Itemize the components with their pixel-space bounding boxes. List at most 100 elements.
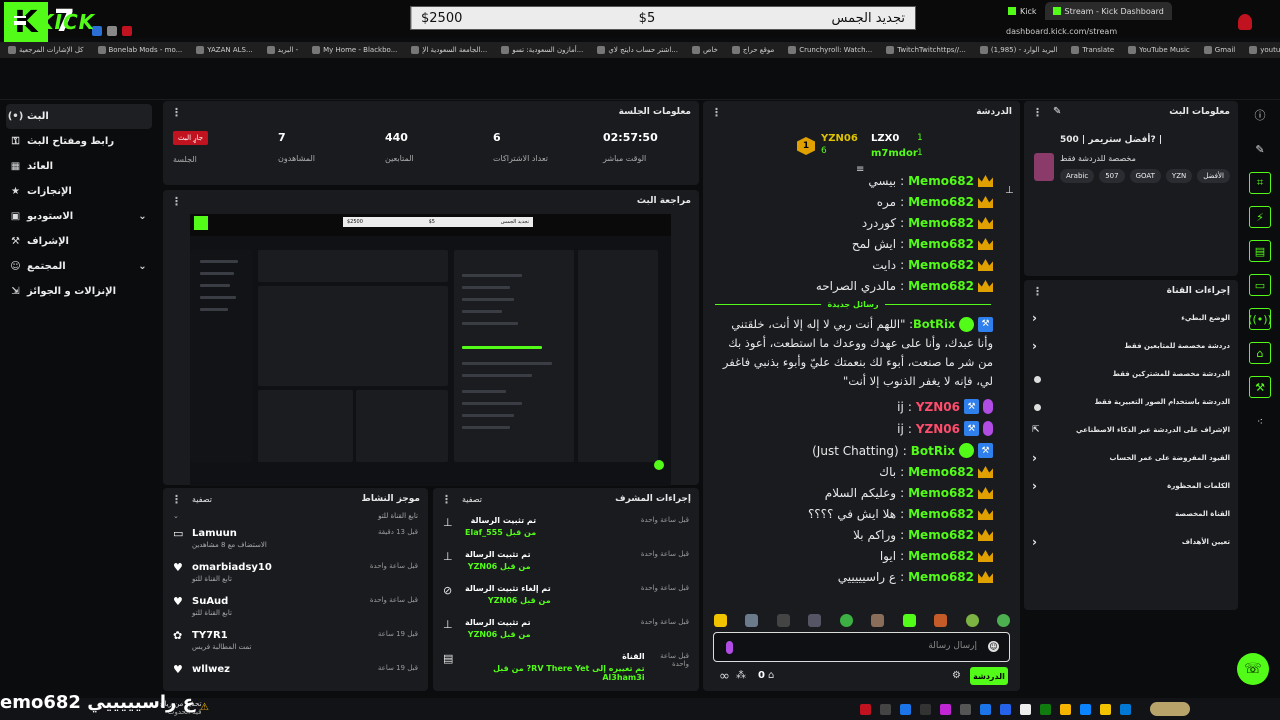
chevron-right-icon[interactable]: › bbox=[1032, 479, 1037, 493]
pencil-icon[interactable]: ✎ bbox=[1249, 138, 1271, 160]
bookmark-item[interactable]: YAZAN ALS... bbox=[196, 46, 253, 54]
chat-username[interactable]: YZN06 bbox=[916, 422, 960, 436]
chat-username[interactable]: Memo682 bbox=[908, 486, 974, 500]
signal-icon[interactable]: ((•)) bbox=[1248, 308, 1272, 330]
emote-4[interactable] bbox=[808, 614, 822, 627]
stream-preview-video[interactable]: $2500 $5 تجديد الجمس bbox=[190, 214, 671, 486]
chat-username[interactable]: Memo682 bbox=[908, 258, 974, 272]
users-icon[interactable]: ⁂ bbox=[736, 670, 746, 681]
emote-8[interactable] bbox=[934, 614, 948, 627]
stream-info-menu-icon[interactable]: ⋮ bbox=[1032, 106, 1043, 119]
taskbar-app-icon[interactable] bbox=[1080, 703, 1091, 715]
chat-input[interactable]: إرسال رسالة ☺ bbox=[713, 632, 1010, 662]
bookmark-item[interactable]: البريد الوارد - (1,985) bbox=[979, 46, 1057, 54]
chevron-right-icon[interactable]: › bbox=[1032, 311, 1037, 325]
chat-username[interactable]: Memo682 bbox=[908, 549, 974, 563]
activity-filter-button[interactable]: تصفية bbox=[192, 495, 212, 504]
top-user-1[interactable]: YZN06 bbox=[821, 133, 858, 144]
bookmark-item[interactable]: البريد - bbox=[266, 46, 298, 54]
preview-menu-icon[interactable]: ⋮ bbox=[171, 195, 182, 208]
channel-action-item[interactable]: القناة المخصصة bbox=[1024, 500, 1238, 528]
infinity-icon[interactable]: ∞ bbox=[719, 669, 730, 684]
sidebar-item-drops[interactable]: ⇲ الإنزالات و الجوائز bbox=[0, 279, 158, 304]
chevron-right-icon[interactable]: › bbox=[1032, 535, 1037, 549]
info-icon[interactable]: ⓘ bbox=[1249, 104, 1271, 126]
bookmark-item[interactable]: youtube bbox=[1249, 46, 1280, 54]
kick-logo[interactable]: KICK bbox=[38, 10, 95, 34]
channel-action-item[interactable]: › الوضع البطيء bbox=[1024, 304, 1238, 332]
sidebar-item-key[interactable]: ⚿ رابط ومفتاح البث bbox=[0, 129, 158, 154]
mod-menu-icon[interactable]: ⋮ bbox=[441, 493, 452, 506]
chevron-right-icon[interactable]: › bbox=[1032, 339, 1037, 353]
bookmark-item[interactable]: اشتر حساب دايتج لاي... bbox=[597, 46, 678, 54]
pin-icon[interactable]: ⊥ bbox=[1005, 185, 1014, 196]
chat-username[interactable]: Memo682 bbox=[908, 570, 974, 584]
url-text[interactable]: dashboard.kick.com/stream bbox=[1006, 27, 1117, 36]
bot-username[interactable]: BotRix bbox=[913, 317, 955, 331]
chat-username[interactable]: Memo682 bbox=[908, 237, 974, 251]
wrench-icon[interactable]: ⚒ bbox=[1249, 376, 1271, 398]
user-avatar[interactable] bbox=[1238, 14, 1252, 30]
chevron-down-icon[interactable]: ⌄ bbox=[137, 211, 148, 222]
bookmark-item[interactable]: أمازون السعودية: تسو... bbox=[501, 46, 583, 54]
emote-1[interactable] bbox=[714, 614, 727, 627]
emote-6[interactable] bbox=[871, 614, 885, 627]
emote-7[interactable] bbox=[902, 614, 916, 627]
channel-actions-menu-icon[interactable]: ⋮ bbox=[1032, 285, 1043, 298]
chat-username[interactable]: Memo682 bbox=[908, 528, 974, 542]
gift-icon[interactable]: ⌂ bbox=[768, 670, 774, 681]
taskbar-app-icon[interactable] bbox=[1000, 703, 1011, 715]
stream-tag[interactable]: Arabic bbox=[1060, 169, 1095, 183]
taskbar-app-icon[interactable] bbox=[940, 703, 951, 715]
sidebar-item-community[interactable]: ☺ المجتمع ⌄ bbox=[0, 254, 158, 279]
sidebar-item-broadcast[interactable]: (•) البث bbox=[6, 104, 152, 129]
taskbar-app-icon[interactable] bbox=[1060, 703, 1071, 715]
bolt-icon[interactable]: ⚡ bbox=[1249, 206, 1271, 228]
channel-action-item[interactable]: ⇱ الإشراف على الدردشة عبر الذكاء الاصطنا… bbox=[1024, 416, 1238, 444]
channel-action-item[interactable]: › دردشة مخصصة للمتابعين فقط bbox=[1024, 332, 1238, 360]
bookmark-item[interactable]: موقع حراج bbox=[731, 46, 774, 54]
emoji-icon[interactable]: ☺ bbox=[988, 641, 999, 652]
chevron-right-icon[interactable]: › bbox=[1032, 451, 1037, 465]
external-link-icon[interactable]: ⇱ bbox=[1032, 425, 1040, 435]
edit-icon[interactable]: ✎ bbox=[1053, 106, 1061, 119]
bookmark-item[interactable]: Crunchyroll: Watch... bbox=[788, 46, 872, 54]
taskbar-app-icon[interactable] bbox=[1120, 703, 1131, 715]
bookmark-item[interactable]: YouTube Music bbox=[1128, 46, 1190, 54]
bookmark-item[interactable]: TwitchTwitchttps//... bbox=[886, 46, 966, 54]
taskbar-app-icon[interactable] bbox=[980, 703, 991, 715]
taskbar-app-icon[interactable] bbox=[860, 703, 871, 715]
top-user-2[interactable]: LZX0 bbox=[871, 133, 899, 144]
sidebar-item-studio[interactable]: ▣ الاستوديو ⌄ bbox=[0, 204, 158, 229]
bank-icon[interactable]: ⌂ bbox=[1249, 342, 1271, 364]
taskbar-app-icon[interactable] bbox=[1020, 703, 1031, 715]
support-chat-icon[interactable]: ☏ bbox=[1237, 653, 1269, 685]
chat-username[interactable]: BotRix bbox=[911, 444, 955, 458]
chevron-down-icon[interactable]: ⌄ bbox=[137, 261, 148, 272]
emote-2[interactable] bbox=[745, 614, 759, 627]
chat-username[interactable]: Memo682 bbox=[908, 174, 974, 188]
channel-action-item[interactable]: › القيود المفروضة على عمر الحساب bbox=[1024, 444, 1238, 472]
chat-username[interactable]: Memo682 bbox=[908, 465, 974, 479]
widget-icon[interactable] bbox=[1150, 702, 1190, 716]
stream-tag[interactable]: 507 bbox=[1099, 169, 1125, 183]
sidebar-item-achievements[interactable]: ★ الإنجازات bbox=[0, 179, 158, 204]
mod-filter-button[interactable]: تصفية bbox=[462, 495, 482, 504]
menu-icon[interactable] bbox=[14, 16, 26, 25]
chat-username[interactable]: Memo682 bbox=[908, 216, 974, 230]
qr-icon[interactable]: ⌗ bbox=[1249, 172, 1271, 194]
bookmark-item[interactable]: خاص bbox=[691, 46, 718, 54]
chat-menu-icon[interactable]: ⋮ bbox=[711, 106, 722, 119]
chat-icon[interactable]: ▭ bbox=[1249, 274, 1271, 296]
browser-tab-kick[interactable]: Kick bbox=[1000, 2, 1045, 20]
stream-tag[interactable]: YZN bbox=[1165, 169, 1193, 183]
sidebar-item-revenue[interactable]: ▦ العائد bbox=[0, 154, 158, 179]
bookmark-item[interactable]: الجامعة السعودية الإ... bbox=[411, 46, 487, 54]
emote-10[interactable] bbox=[996, 614, 1010, 627]
channel-action-item[interactable]: › الكلمات المحظورة bbox=[1024, 472, 1238, 500]
chat-username[interactable]: YZN06 bbox=[916, 400, 960, 414]
emote-9[interactable] bbox=[965, 614, 979, 627]
bookmark-item[interactable]: كل الإشارات المرجعية bbox=[8, 46, 84, 54]
taskbar-app-icon[interactable] bbox=[1040, 703, 1051, 715]
bookmark-item[interactable]: Bonelab Mods - mo... bbox=[97, 46, 182, 54]
